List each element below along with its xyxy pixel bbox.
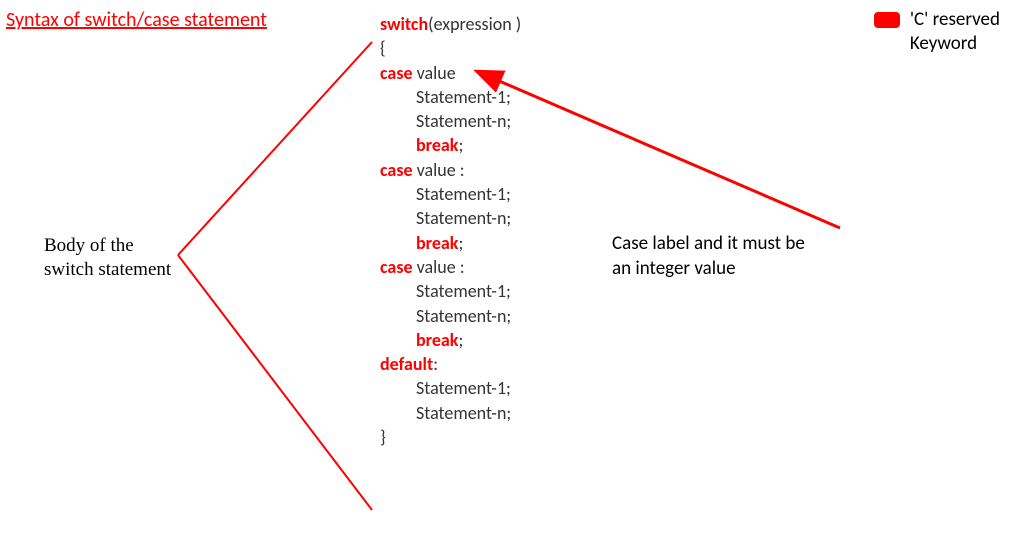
code-line-close-brace: } xyxy=(380,425,521,449)
legend-line1: 'C' reserved xyxy=(910,8,1000,32)
legend-line2: Keyword xyxy=(910,32,1000,56)
body-label: Body of the switch statement xyxy=(44,234,171,282)
legend-swatch xyxy=(874,12,900,28)
code-text: (expression ) xyxy=(428,13,521,35)
case-label-line2: an integer value xyxy=(612,257,805,282)
code-line-case3: case value : xyxy=(380,255,521,279)
code-line-case1: case value xyxy=(380,61,521,85)
body-label-line1: Body of the xyxy=(44,234,171,258)
code-text: value : xyxy=(413,256,465,278)
code-text: ; xyxy=(458,329,463,351)
brace-line-bottom xyxy=(178,255,372,510)
code-text: value xyxy=(413,62,460,84)
keyword-break: break xyxy=(416,232,458,254)
keyword-case: case xyxy=(380,256,413,278)
page-title: Syntax of switch/case statement xyxy=(6,8,267,32)
code-text: : xyxy=(433,353,438,375)
code-line-stmt: Statement-n; xyxy=(380,109,521,133)
brace-line-top xyxy=(178,42,372,255)
code-line-stmt: Statement-1; xyxy=(380,376,521,400)
code-line-stmt: Statement-n; xyxy=(380,206,521,230)
legend: 'C' reserved Keyword xyxy=(874,8,1000,56)
code-line-stmt: Statement-1; xyxy=(380,85,521,109)
code-line-stmt: Statement-1; xyxy=(380,182,521,206)
code-line-stmt: Statement-n; xyxy=(380,304,521,328)
keyword-break: break xyxy=(416,329,458,351)
case-label-line1: Case label and it must be xyxy=(612,232,805,257)
code-line-break: break; xyxy=(380,328,521,352)
keyword-switch: switch xyxy=(380,13,428,35)
code-line-case2: case value : xyxy=(380,158,521,182)
legend-text: 'C' reserved Keyword xyxy=(910,8,1000,56)
keyword-case: case xyxy=(380,62,413,84)
case-label: Case label and it must be an integer val… xyxy=(612,232,805,281)
keyword-default: default xyxy=(380,353,433,375)
keyword-break: break xyxy=(416,134,458,156)
code-line-open-brace: { xyxy=(380,36,521,60)
code-text: ; xyxy=(458,134,463,156)
code-line-break: break; xyxy=(380,133,521,157)
code-line-switch: switch(expression ) xyxy=(380,12,521,36)
code-line-break: break; xyxy=(380,231,521,255)
keyword-case: case xyxy=(380,159,413,181)
arrow-case-label xyxy=(476,71,840,228)
code-text: ; xyxy=(458,232,463,254)
code-text: value : xyxy=(413,159,465,181)
code-line-stmt: Statement-1; xyxy=(380,279,521,303)
code-block: switch(expression ) { case value Stateme… xyxy=(380,12,521,449)
body-label-line2: switch statement xyxy=(44,258,171,282)
code-line-default: default: xyxy=(380,352,521,376)
code-line-stmt: Statement-n; xyxy=(380,401,521,425)
